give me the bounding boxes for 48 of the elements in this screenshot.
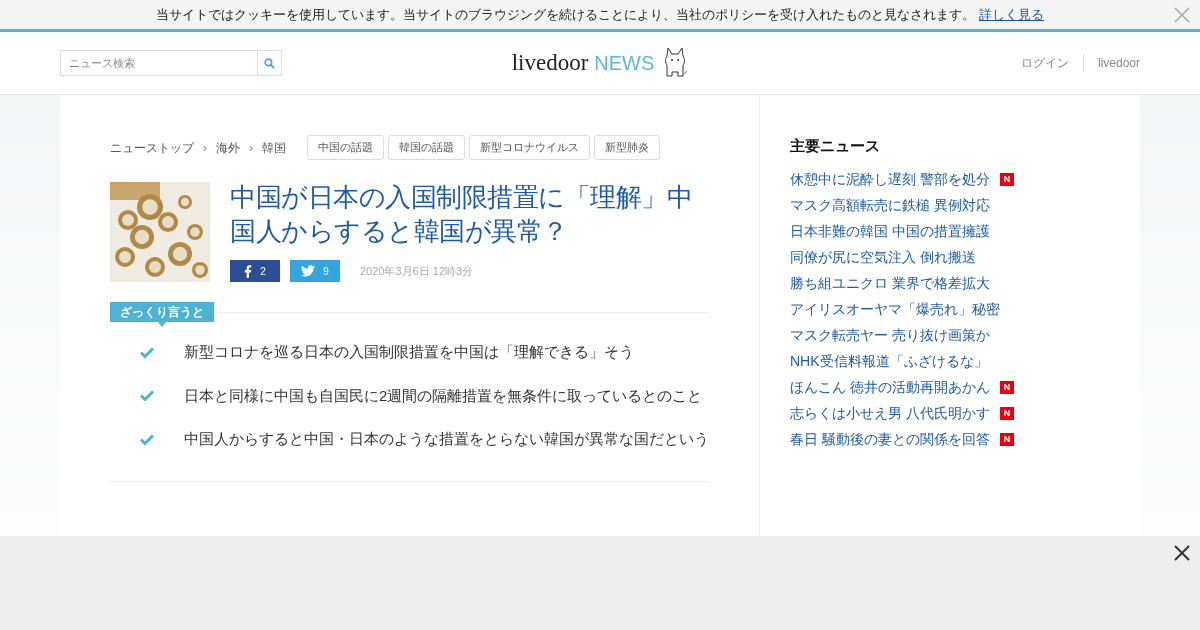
news-link[interactable]: 同僚が尻に空気注入 倒れ搬送	[790, 247, 976, 268]
breadcrumb-separator: ›	[249, 139, 253, 157]
news-link[interactable]: 春日 騒動後の妻との関係を回答	[790, 429, 990, 450]
topic-tag[interactable]: 新型コロナウイルス	[469, 135, 590, 160]
new-badge: N	[999, 433, 1014, 446]
news-link[interactable]: 勝ち組ユニクロ 業界で格差拡大	[790, 273, 990, 294]
summary-point: 中国人からすると中国・日本のような措置をとらない韓国が異常な国だという	[184, 429, 709, 449]
header-link[interactable]: livedoor	[1082, 54, 1140, 72]
search-icon	[264, 57, 275, 69]
search-button[interactable]	[258, 50, 282, 76]
check-icon	[140, 390, 154, 402]
news-link[interactable]: 休憩中に泥酔し遅刻 警部を処分	[790, 169, 990, 190]
breadcrumb-link[interactable]: 韓国	[262, 138, 286, 157]
share-button[interactable]: 2	[230, 260, 280, 282]
breadcrumb-link[interactable]: ニューストップ	[110, 138, 194, 157]
publish-date: 2020年3月6日 12時3分	[360, 263, 474, 279]
check-icon	[140, 346, 154, 358]
label-pointer	[158, 322, 166, 327]
news-link[interactable]: ほんこん 徳井の活動再開あかん	[790, 377, 990, 398]
news-link[interactable]: マスク高額転売に鉄槌 異例対応	[790, 195, 990, 216]
new-badge: N	[999, 381, 1014, 394]
topic-tag[interactable]: 韓国の話題	[388, 135, 465, 160]
dog-mascot-icon	[662, 46, 689, 80]
new-badge: N	[999, 173, 1014, 186]
summary-label: ざっくり言うと	[110, 302, 214, 322]
news-link[interactable]: マスク転売ヤー 売り抜け画策か	[790, 325, 990, 346]
check-icon	[140, 433, 154, 445]
summary-point: 新型コロナを巡る日本の入国制限措置を中国は「理解できる」そう	[184, 342, 634, 362]
breadcrumb-separator: ›	[203, 139, 207, 157]
article-title: 中国が日本の入国制限措置に「理解」中国人からすると韓国が異常？	[230, 181, 693, 248]
news-link[interactable]: 志らくは小せえ男 八代氏明かす	[790, 403, 990, 424]
facebook-icon	[244, 264, 253, 278]
learn-more-link[interactable]: 詳しく見る	[979, 4, 1044, 25]
topic-tag[interactable]: 新型肺炎	[594, 135, 660, 160]
close-icon[interactable]	[1174, 545, 1190, 561]
news-link[interactable]: 日本非難の韓国 中国の措置擁護	[790, 221, 990, 242]
news-link[interactable]: アイリスオーヤマ「爆売れ」秘密	[790, 299, 1000, 320]
news-link[interactable]: NHK受信料報道「ふざけるな」	[790, 351, 988, 372]
search-field[interactable]: ニュース検索	[60, 50, 258, 76]
new-badge: N	[999, 407, 1014, 420]
header-link[interactable]: ログイン	[1006, 54, 1083, 72]
summary-point: 日本と同様に中国も自国民に2週間の隔離措置を無条件に取っているとのこと	[184, 385, 703, 406]
logo[interactable]: livedoor NEWS	[511, 45, 655, 81]
sidebar-title: 主要ニュース	[790, 136, 881, 156]
bird-icon	[301, 265, 316, 277]
breadcrumb-link[interactable]: 海外	[216, 138, 240, 157]
cookie-message: 当サイトではクッキーを使用しています。当サイトのブラウジングを続けることにより、当社のポリシーを受け入れたものと見なされます。	[156, 5, 975, 24]
topic-tag[interactable]: 中国の話題	[307, 135, 384, 160]
